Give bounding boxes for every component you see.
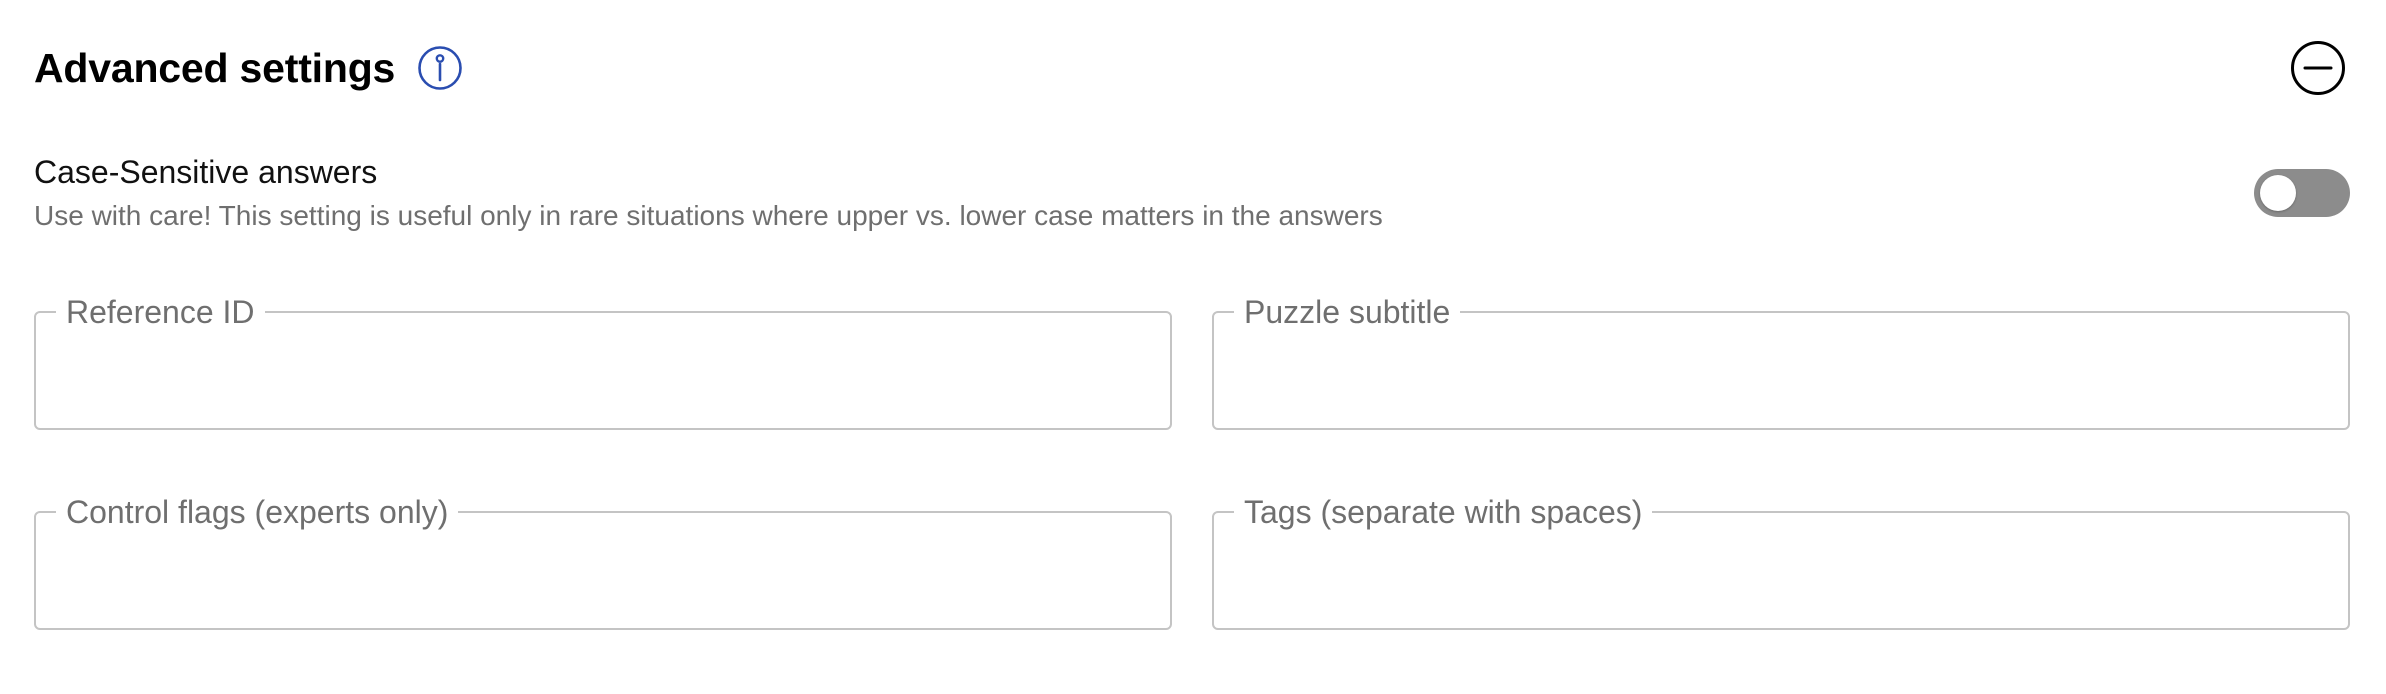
- case-sensitive-toggle[interactable]: [2254, 169, 2350, 217]
- control-flags-field: Control flags (experts only): [34, 496, 1172, 630]
- info-icon[interactable]: [417, 45, 463, 91]
- case-sensitive-description: Use with care! This setting is useful on…: [34, 200, 1383, 231]
- toggle-knob: [2260, 175, 2296, 211]
- puzzle-subtitle-field: Puzzle subtitle: [1212, 296, 2350, 430]
- tags-label: Tags (separate with spaces): [1244, 494, 1643, 530]
- control-flags-input[interactable]: [50, 528, 1156, 608]
- control-flags-label: Control flags (experts only): [66, 494, 449, 530]
- reference-id-input[interactable]: [50, 328, 1156, 408]
- section-title: Advanced settings: [34, 44, 396, 91]
- advanced-settings-header: Advanced settings: [34, 36, 463, 100]
- case-sensitive-title: Case-Sensitive answers: [34, 154, 378, 190]
- tags-field: Tags (separate with spaces): [1212, 496, 2350, 630]
- puzzle-subtitle-input[interactable]: [1228, 328, 2334, 408]
- puzzle-subtitle-label: Puzzle subtitle: [1244, 294, 1451, 330]
- collapse-minus-icon[interactable]: [2290, 40, 2346, 96]
- tags-input[interactable]: [1228, 528, 2334, 608]
- reference-id-label: Reference ID: [66, 294, 255, 330]
- reference-id-field: Reference ID: [34, 296, 1172, 430]
- case-sensitive-setting: Case-Sensitive answers Use with care! Th…: [34, 152, 1534, 234]
